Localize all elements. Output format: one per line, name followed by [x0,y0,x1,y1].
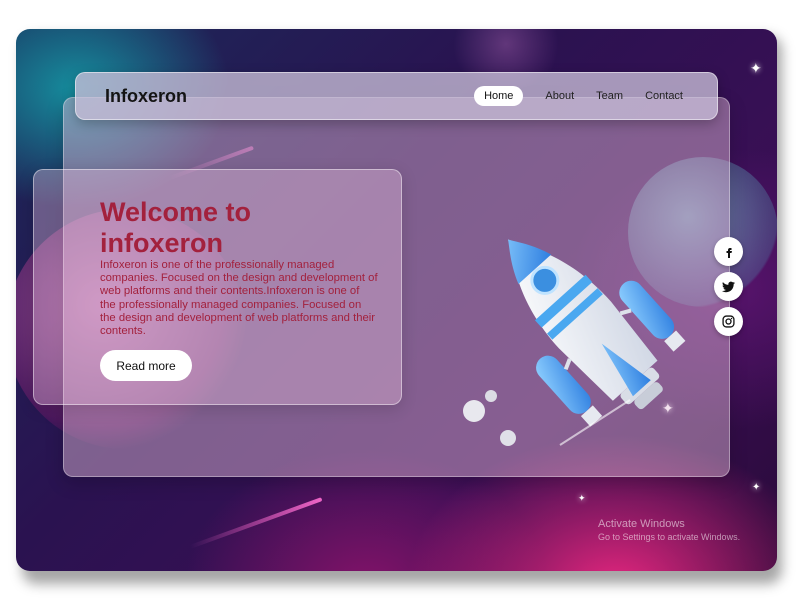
rocket-icon [463,239,686,446]
twitter-icon [722,281,735,292]
nav-item-about[interactable]: About [545,90,574,102]
navbar: Infoxeron Home About Team Contact [75,72,718,120]
facebook-icon [726,247,732,258]
hero-headline: Welcome to infoxeron [100,197,252,258]
instagram-icon [722,315,735,328]
nav-item-team[interactable]: Team [596,90,623,102]
nav-item-contact[interactable]: Contact [645,90,683,102]
watermark-title: Activate Windows [598,518,685,530]
hero-card: Welcome to infoxeron Infoxeron is one of… [33,169,402,405]
star-icon: ✦ [752,482,761,493]
read-more-button[interactable]: Read more [100,350,192,381]
rocket-illustration [455,210,705,455]
watermark-subtitle: Go to Settings to activate Windows. [598,532,741,542]
meteor-streak [189,497,323,549]
windows-activation-watermark: Activate Windows Go to Settings to activ… [598,518,740,542]
facebook-button[interactable] [714,237,743,266]
hero-description: Infoxeron is one of the professionally m… [100,259,378,338]
star-icon: ✦ [578,493,586,503]
nav-item-home[interactable]: Home [474,86,524,106]
star-icon: ✦ [750,60,762,76]
twitter-button[interactable] [714,272,743,301]
instagram-button[interactable] [714,307,743,336]
nav-menu: Home About Team Contact [474,86,683,106]
brand-logo[interactable]: Infoxeron [105,86,187,107]
